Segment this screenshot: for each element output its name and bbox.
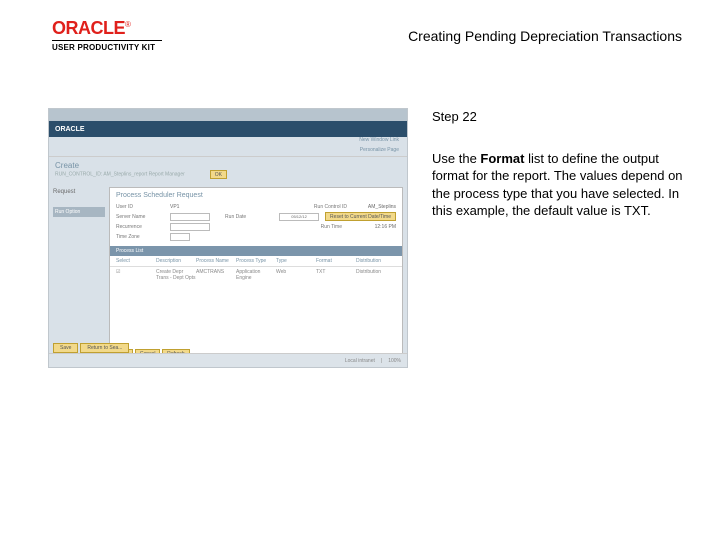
recurrence-label: Recurrence (116, 224, 164, 230)
return-tab[interactable]: Return to Sea... (80, 343, 129, 353)
modal-title: Process Scheduler Request (110, 188, 402, 203)
oracle-upk-logo: ORACLE® USER PRODUCTIVITY KIT (52, 18, 162, 52)
rundate-label: Run Date (225, 214, 273, 220)
app-brand-band: ORACLE (49, 121, 407, 137)
app-run-control-label: RUN_CONTROL_ID: AM_Steplins_report Repor… (49, 170, 407, 183)
step-number: Step 22 (432, 108, 684, 126)
format-dropdown[interactable]: TXT (316, 269, 356, 281)
reset-datetime-button[interactable]: Reset to Current Date/Time (325, 212, 396, 221)
page-title: Creating Pending Depreciation Transactio… (408, 28, 682, 44)
app-left-column: Request Run Option (49, 183, 109, 363)
select-checkbox[interactable]: ☑ (116, 269, 156, 281)
process-list-band: Process List (110, 246, 402, 256)
timezone-label: Time Zone (116, 234, 164, 240)
runtime-value: 12:16 PM (375, 224, 396, 230)
runtime-label: Run Time (321, 224, 369, 230)
app-linkbar2: Personalize Page (49, 147, 407, 157)
rundate-input[interactable]: 05/12/12 (279, 213, 319, 221)
upk-subtitle: USER PRODUCTIVITY KIT (52, 43, 162, 52)
app-linkbar: New Window Link (49, 137, 407, 147)
server-label: Server Name (116, 214, 164, 220)
app-bottom-tabs: Save Return to Sea... (53, 343, 129, 353)
timezone-input[interactable] (170, 233, 190, 241)
process-scheduler-modal: Process Scheduler Request User ID VP1 Ru… (109, 187, 403, 363)
runctl-value: AM_Steplins (368, 204, 396, 210)
request-label: Request (53, 189, 105, 195)
process-list-row[interactable]: ☑ Create Depr Trans - Dept Opts AMCTRANS… (110, 267, 402, 283)
process-list-header: Select Description Process Name Process … (110, 256, 402, 267)
ok-button[interactable]: OK (210, 170, 227, 179)
run-option-label: Run Option (53, 207, 105, 217)
recurrence-input[interactable] (170, 223, 210, 231)
logo-rule (52, 40, 162, 41)
userid-label: User ID (116, 204, 164, 210)
instruction-text: Use the Format list to define the output… (432, 150, 684, 220)
runctl-label: Run Control ID (314, 204, 362, 210)
app-section-heading: Create (49, 157, 407, 170)
userid-value: VP1 (170, 204, 179, 210)
app-topnav (49, 109, 407, 121)
server-input[interactable] (170, 213, 210, 221)
oracle-wordmark: ORACLE® (52, 18, 162, 39)
save-tab[interactable]: Save (53, 343, 78, 353)
app-screenshot: ORACLE New Window Link Personalize Page … (48, 108, 408, 368)
instruction-panel: Step 22 Use the Format list to define th… (432, 108, 684, 220)
browser-statusbar: Local intranet | 100% (49, 353, 407, 367)
